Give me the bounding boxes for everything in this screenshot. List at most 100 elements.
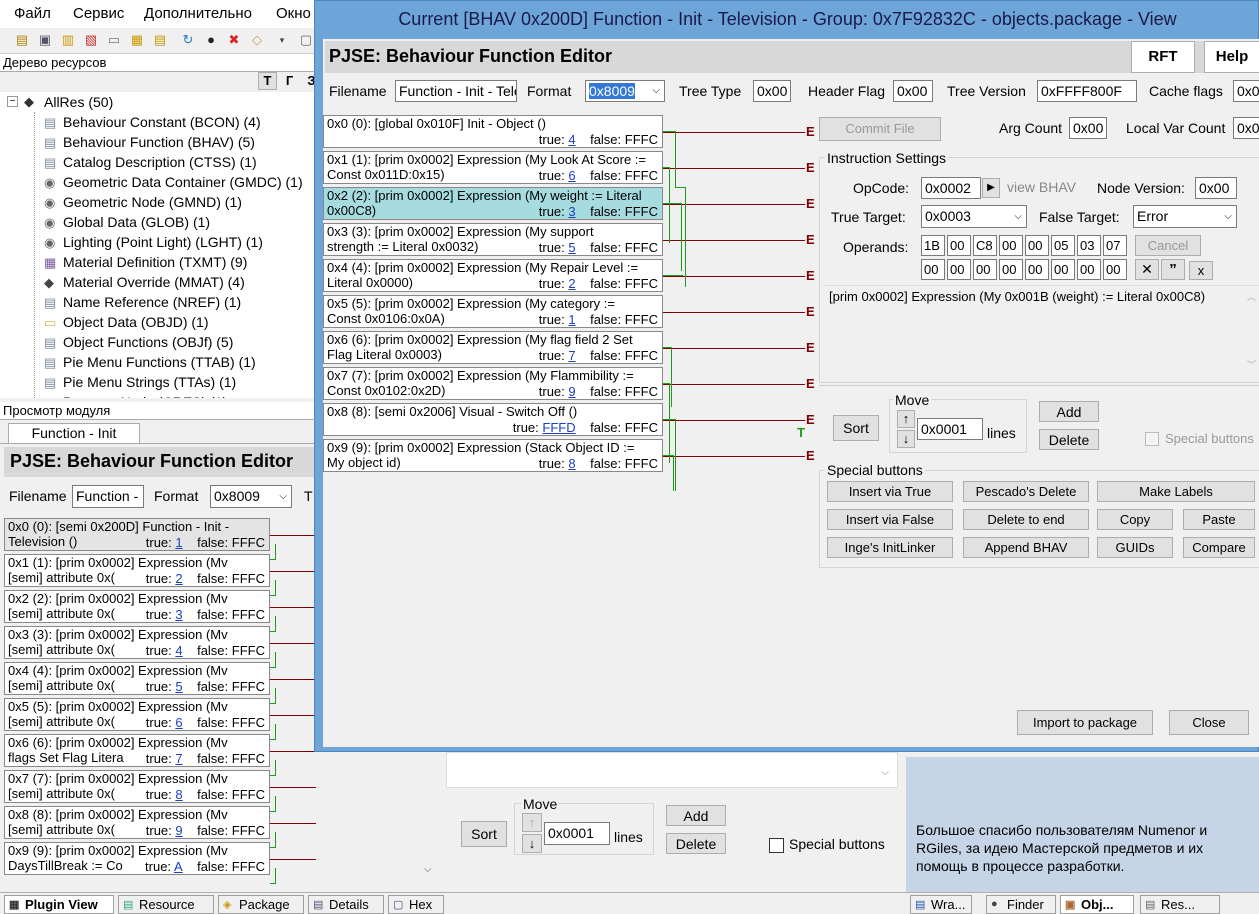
message-icon[interactable]: ▭: [106, 32, 122, 48]
move-down-button[interactable]: ↓: [897, 430, 915, 448]
true-target-link[interactable]: 8: [568, 456, 575, 471]
move-up-button[interactable]: ↑: [897, 410, 915, 428]
special-button[interactable]: Make Labels: [1097, 481, 1255, 502]
format-select[interactable]: 0x8009 ⌵: [585, 80, 665, 102]
filter-g-button[interactable]: Г: [280, 72, 299, 90]
node-box[interactable]: 0x5 (5): [prim 0x0002] Expression (My ca…: [323, 295, 663, 328]
cancel-button[interactable]: Cancel: [1135, 235, 1201, 256]
special-buttons-checkbox[interactable]: [1145, 432, 1159, 446]
operand-field[interactable]: 05: [1051, 235, 1075, 256]
lower-special-checkbox[interactable]: [769, 838, 784, 853]
special-button[interactable]: Compare: [1183, 537, 1255, 558]
overflow-icon[interactable]: ▾: [274, 32, 290, 48]
lower-move-up-button[interactable]: ↑: [522, 813, 542, 832]
true-target-link[interactable]: 7: [568, 348, 575, 363]
true-target-link[interactable]: 5: [568, 240, 575, 255]
menu-service[interactable]: Сервис: [73, 5, 124, 22]
list-icon[interactable]: ▤: [152, 32, 168, 48]
true-target-link[interactable]: 9: [568, 384, 575, 399]
tree-item[interactable]: Object Functions (OBJf) (5): [63, 334, 233, 350]
status-tab[interactable]: ▤ Details: [308, 895, 384, 914]
node-box[interactable]: 0x0 (0): [global 0x010F] Init - Object (…: [323, 115, 663, 148]
tree-item[interactable]: Material Definition (TXMT) (9): [63, 254, 247, 270]
operand-field[interactable]: 00: [921, 259, 945, 280]
node-box[interactable]: 0x8 (8): [semi 0x2006] Visual - Switch O…: [323, 403, 663, 436]
close-button[interactable]: Close: [1169, 710, 1249, 735]
document-icon[interactable]: ▢: [298, 32, 314, 48]
menu-window[interactable]: Окно: [276, 5, 311, 22]
tree-item[interactable]: Name Reference (NREF) (1): [63, 294, 241, 310]
operand-field[interactable]: C8: [973, 235, 997, 256]
tree-item[interactable]: Catalog Description (CTSS) (1): [63, 154, 257, 170]
collapse-icon[interactable]: −: [7, 96, 18, 107]
node-box[interactable]: 0x3 (3): [prim 0x0002] Expression (Mv [se…: [4, 626, 270, 659]
add-button[interactable]: Add: [1039, 401, 1099, 422]
lower-add-button[interactable]: Add: [666, 805, 726, 826]
cacheflags-field[interactable]: 0x00: [1233, 80, 1259, 102]
true-target-link[interactable]: 2: [175, 571, 182, 586]
operand-field[interactable]: 00: [999, 235, 1023, 256]
play-icon[interactable]: ▶: [982, 178, 1000, 198]
tree-item[interactable]: Material Override (MMAT) (4): [63, 274, 245, 290]
rft-button[interactable]: RFT: [1131, 41, 1195, 73]
node-box[interactable]: 0x4 (4): [prim 0x0002] Expression (Mv [se…: [4, 662, 270, 695]
operand-field[interactable]: 00: [973, 259, 997, 280]
true-target-link[interactable]: 8: [175, 787, 182, 802]
special-button[interactable]: Insert via False: [827, 509, 953, 530]
status-tab[interactable]: ▤ Wra...: [910, 895, 972, 914]
truetarget-select[interactable]: 0x0003 ⌵: [921, 205, 1027, 228]
status-tab[interactable]: ◈ Package: [218, 895, 304, 914]
scroll-down-icon[interactable]: ﹀: [1247, 358, 1256, 371]
quote-icon[interactable]: ”: [1161, 259, 1185, 280]
status-tab[interactable]: ▣ Obj...: [1060, 895, 1134, 914]
open-icon[interactable]: ▤: [14, 32, 30, 48]
menu-extra[interactable]: Дополнительно: [144, 5, 252, 22]
filename-field[interactable]: Function - Init - Telev: [395, 80, 517, 102]
module-filename-field[interactable]: Function -: [72, 485, 144, 508]
filter-t-button[interactable]: T: [258, 72, 277, 90]
true-target-link[interactable]: FFFD: [542, 420, 575, 435]
status-tab[interactable]: ● Finder: [986, 895, 1056, 914]
special-button[interactable]: Inge's InitLinker: [827, 537, 953, 558]
operand-field[interactable]: 00: [947, 259, 971, 280]
plugin-icon[interactable]: ●: [203, 32, 219, 48]
true-target-link[interactable]: 2: [568, 276, 575, 291]
import-to-package-button[interactable]: Import to package: [1017, 710, 1153, 735]
node-box[interactable]: 0x3 (3): [prim 0x0002] Expression (My su…: [323, 223, 663, 256]
special-button[interactable]: Pescado's Delete: [963, 481, 1089, 502]
status-tab[interactable]: ▤ Resource: [118, 895, 214, 914]
close-file-icon[interactable]: ▧: [83, 32, 99, 48]
commit-file-button[interactable]: Commit File: [819, 117, 941, 141]
x-button[interactable]: x: [1189, 261, 1213, 280]
node-box[interactable]: 0x2 (2): [prim 0x0002] Expression (Mv [se…: [4, 590, 270, 623]
node-box[interactable]: 0x5 (5): [prim 0x0002] Expression (Mv [se…: [4, 698, 270, 731]
node-box[interactable]: 0x8 (8): [prim 0x0002] Expression (Mv [se…: [4, 806, 270, 839]
node-box[interactable]: 0x6 (6): [prim 0x0002] Expression (Mv fla…: [4, 734, 270, 767]
special-button[interactable]: Paste: [1183, 509, 1255, 530]
special-button[interactable]: Copy: [1097, 509, 1173, 530]
status-tab[interactable]: ▦ Plugin View: [4, 895, 114, 914]
view-bhav-link[interactable]: view BHAV: [1007, 179, 1076, 195]
status-tab[interactable]: ▤ Res...: [1140, 895, 1220, 914]
status-tab[interactable]: ▢ Hex: [388, 895, 444, 914]
special-button[interactable]: Append BHAV: [963, 537, 1089, 558]
eraser-icon[interactable]: ◇: [249, 32, 265, 48]
true-target-link[interactable]: 4: [568, 132, 575, 147]
node-box[interactable]: 0x7 (7): [prim 0x0002] Expression (Mv [se…: [4, 770, 270, 803]
node-box[interactable]: 0x0 (0): [semi 0x200D] Function - Init -…: [4, 518, 270, 551]
note-icon[interactable]: ▦: [129, 32, 145, 48]
special-button[interactable]: Delete to end: [963, 509, 1089, 530]
tab-function-init[interactable]: Function - Init: [8, 423, 140, 443]
help-button[interactable]: Help: [1204, 41, 1259, 73]
tree-root[interactable]: AllRes (50): [44, 94, 113, 110]
lower-delete-button[interactable]: Delete: [666, 833, 726, 854]
special-button[interactable]: GUIDs: [1097, 537, 1173, 558]
delete-button[interactable]: Delete: [1039, 429, 1099, 450]
true-target-link[interactable]: 7: [175, 751, 182, 766]
localvar-field[interactable]: 0x00: [1233, 117, 1259, 139]
true-target-link[interactable]: 6: [568, 168, 575, 183]
move-field[interactable]: 0x0001: [917, 418, 983, 440]
operand-field[interactable]: 00: [1025, 235, 1049, 256]
tree-item[interactable]: Behaviour Function (BHAV) (5): [63, 134, 255, 150]
menu-file[interactable]: Файл: [14, 5, 51, 22]
